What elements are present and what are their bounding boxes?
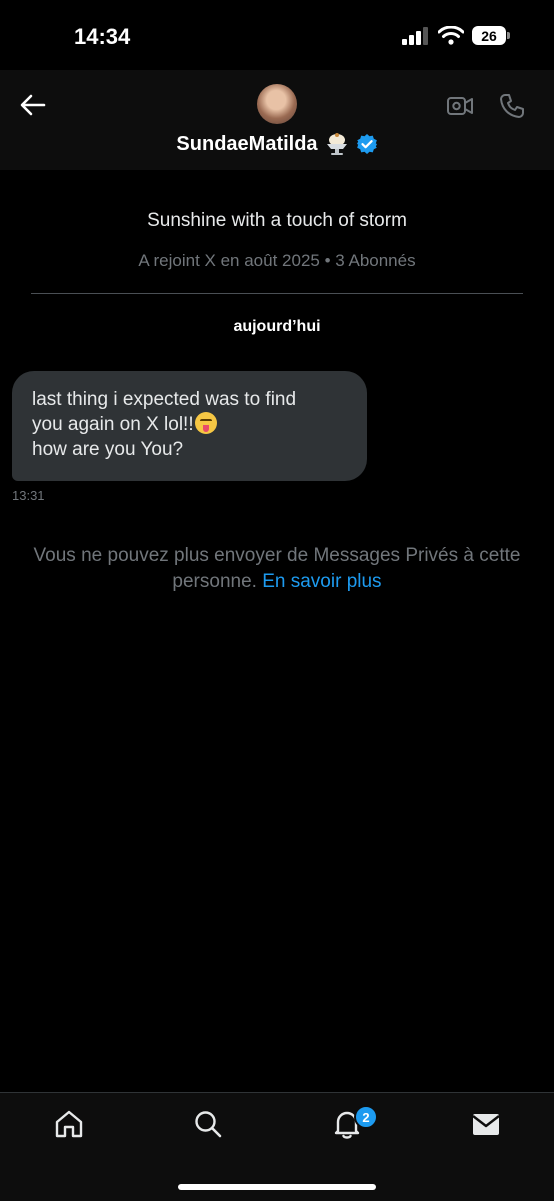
phone-call-icon[interactable]: [498, 92, 526, 120]
status-icons: 26: [402, 26, 510, 45]
contact-name: SundaeMatilda: [176, 132, 318, 155]
profile-meta: A rejoint X en août 2025 • 3 Abonnés: [138, 251, 416, 270]
message-timestamp: 13:31: [12, 488, 45, 503]
message-line-text: you again on X lol!!: [32, 414, 194, 435]
wifi-icon: [438, 26, 464, 45]
messages-envelope-icon[interactable]: [469, 1107, 503, 1141]
battery-indicator: 26: [472, 26, 510, 45]
avatar[interactable]: [257, 84, 297, 124]
learn-more-link[interactable]: En savoir plus: [262, 571, 381, 592]
status-time: 14:34: [74, 24, 131, 49]
message-bubble[interactable]: last thing i expected was to find you ag…: [12, 371, 367, 481]
message-line: last thing i expected was to find: [32, 389, 297, 410]
battery-level: 26: [481, 27, 497, 44]
ice-cream-emoji-icon: [326, 133, 347, 155]
dm-restriction-notice: Vous ne pouvez plus envoyer de Messages …: [0, 543, 554, 595]
tongue-emoji-icon: [194, 412, 217, 434]
home-indicator: [178, 1184, 376, 1190]
video-call-icon[interactable]: [446, 92, 474, 120]
search-icon[interactable]: [191, 1107, 225, 1141]
home-icon[interactable]: [52, 1107, 86, 1141]
cellular-signal-icon: [402, 26, 428, 45]
status-bar: 14:34 26: [0, 0, 554, 70]
verified-badge-icon: [356, 134, 377, 154]
header-name-row[interactable]: SundaeMatilda: [0, 132, 554, 156]
conversation-header: SundaeMatilda: [0, 70, 554, 170]
back-arrow-icon[interactable]: [18, 90, 48, 120]
divider: [31, 293, 523, 294]
message-line: how are you You?: [32, 439, 184, 460]
message-line-with-emoji: you again on X lol!!: [32, 412, 347, 437]
profile-bio: Sunshine with a touch of storm: [147, 210, 407, 231]
day-separator: aujourd’hui: [233, 318, 321, 335]
notifications-badge: 2: [354, 1105, 378, 1129]
